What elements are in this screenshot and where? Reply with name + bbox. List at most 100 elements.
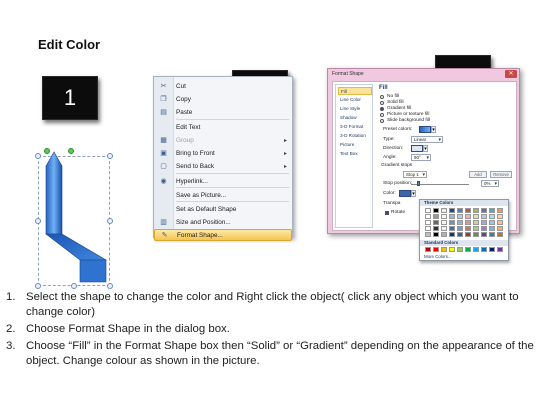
- resize-handle[interactable]: [107, 283, 113, 289]
- color-swatch[interactable]: [425, 220, 431, 225]
- color-swatch[interactable]: [473, 220, 479, 225]
- color-swatch[interactable]: [441, 247, 447, 252]
- color-swatch[interactable]: [489, 208, 495, 213]
- color-swatch[interactable]: [425, 214, 431, 219]
- color-swatch[interactable]: [465, 214, 471, 219]
- color-swatch[interactable]: [425, 247, 431, 252]
- type-select[interactable]: Linear: [411, 136, 443, 143]
- color-swatch[interactable]: [449, 208, 455, 213]
- chevron-down-icon[interactable]: ▾: [411, 190, 416, 197]
- rotate-handle[interactable]: [68, 148, 74, 154]
- color-swatch[interactable]: [457, 214, 463, 219]
- color-swatch[interactable]: [457, 226, 463, 231]
- color-swatch[interactable]: [473, 247, 479, 252]
- category-text-box[interactable]: Text Box: [338, 150, 372, 158]
- color-swatch[interactable]: [449, 226, 455, 231]
- color-swatch[interactable]: [481, 247, 487, 252]
- color-swatch[interactable]: [465, 226, 471, 231]
- background-fill-radio[interactable]: [380, 119, 384, 123]
- color-swatch[interactable]: [481, 214, 487, 219]
- color-swatch[interactable]: [489, 226, 495, 231]
- color-swatch[interactable]: [481, 220, 487, 225]
- color-swatch[interactable]: [433, 247, 439, 252]
- color-swatch[interactable]: [497, 208, 503, 213]
- shape-preview[interactable]: [34, 142, 116, 292]
- color-swatch[interactable]: [425, 226, 431, 231]
- color-swatch[interactable]: [441, 220, 447, 225]
- category-line-style[interactable]: Line Style: [338, 105, 372, 113]
- add-stop-button[interactable]: Add: [469, 171, 487, 178]
- color-swatch[interactable]: [449, 247, 455, 252]
- color-swatch[interactable]: [433, 226, 439, 231]
- color-swatch[interactable]: [465, 232, 471, 237]
- color-swatch[interactable]: [497, 226, 503, 231]
- resize-handle[interactable]: [107, 153, 113, 159]
- color-swatch[interactable]: [489, 247, 495, 252]
- color-swatch[interactable]: [465, 208, 471, 213]
- color-swatch[interactable]: [473, 214, 479, 219]
- resize-handle[interactable]: [71, 283, 77, 289]
- category-line-color[interactable]: Line Color: [338, 96, 372, 104]
- color-swatch[interactable]: [449, 220, 455, 225]
- rotate-handle[interactable]: [44, 148, 50, 154]
- color-swatch[interactable]: [441, 208, 447, 213]
- resize-handle[interactable]: [35, 218, 41, 224]
- gradient-fill-radio[interactable]: [380, 107, 384, 111]
- menu-item-cut[interactable]: ✂ Cut: [154, 81, 292, 93]
- color-swatch[interactable]: [497, 247, 503, 252]
- rotate-checkbox[interactable]: [385, 211, 389, 215]
- color-swatch[interactable]: [441, 226, 447, 231]
- chevron-down-icon[interactable]: ▾: [423, 145, 428, 152]
- remove-stop-button[interactable]: Remove: [490, 171, 512, 178]
- category-shadow[interactable]: Shadow: [338, 114, 372, 122]
- angle-input[interactable]: 90°: [411, 154, 431, 161]
- color-swatch[interactable]: [465, 220, 471, 225]
- color-swatch[interactable]: [425, 232, 431, 237]
- close-icon[interactable]: ✕: [505, 70, 517, 78]
- color-swatch[interactable]: [441, 232, 447, 237]
- color-swatch[interactable]: [457, 208, 463, 213]
- color-swatch[interactable]: [457, 220, 463, 225]
- slider-thumb[interactable]: [417, 181, 420, 186]
- color-swatch[interactable]: [497, 214, 503, 219]
- color-swatch[interactable]: [473, 232, 479, 237]
- solid-fill-radio[interactable]: [380, 101, 384, 105]
- stop-position-input[interactable]: 0%: [481, 180, 499, 187]
- category-3d-format[interactable]: 3-D Format: [338, 123, 372, 131]
- menu-item-send-to-back[interactable]: ▢ Send to Back ▸: [154, 161, 292, 173]
- color-swatch[interactable]: [449, 214, 455, 219]
- preset-colors-button[interactable]: [419, 126, 431, 133]
- menu-item-group[interactable]: ▦ Group ▸: [154, 135, 292, 147]
- picture-fill-radio[interactable]: [380, 113, 384, 117]
- menu-item-set-as-default-shape[interactable]: Set as Default Shape: [154, 204, 292, 216]
- menu-item-size-and-position[interactable]: ▥ Size and Position...: [154, 217, 292, 229]
- color-swatch[interactable]: [433, 214, 439, 219]
- color-swatch[interactable]: [473, 208, 479, 213]
- color-button[interactable]: [399, 190, 411, 197]
- stop-select[interactable]: Stop 1: [403, 171, 427, 178]
- chevron-down-icon[interactable]: ▾: [431, 126, 436, 133]
- color-swatch[interactable]: [489, 232, 495, 237]
- menu-item-copy[interactable]: ❐ Copy: [154, 94, 292, 106]
- color-swatch[interactable]: [473, 226, 479, 231]
- bent-arrow-shape[interactable]: [34, 142, 116, 292]
- color-swatch[interactable]: [481, 232, 487, 237]
- category-picture[interactable]: Picture: [338, 141, 372, 149]
- category-fill[interactable]: Fill: [338, 87, 372, 95]
- color-swatch[interactable]: [433, 220, 439, 225]
- color-swatch[interactable]: [481, 208, 487, 213]
- menu-item-format-shape[interactable]: ✎ Format Shape...: [154, 229, 292, 241]
- color-swatch[interactable]: [433, 208, 439, 213]
- menu-item-bring-to-front[interactable]: ▣ Bring to Front ▸: [154, 148, 292, 160]
- color-swatch[interactable]: [497, 220, 503, 225]
- color-swatch[interactable]: [489, 214, 495, 219]
- color-swatch[interactable]: [441, 214, 447, 219]
- color-swatch[interactable]: [457, 247, 463, 252]
- color-swatch[interactable]: [449, 232, 455, 237]
- resize-handle[interactable]: [35, 283, 41, 289]
- resize-handle[interactable]: [35, 153, 41, 159]
- color-swatch[interactable]: [497, 232, 503, 237]
- category-3d-rotation[interactable]: 3-D Rotation: [338, 132, 372, 140]
- color-swatch[interactable]: [425, 208, 431, 213]
- menu-item-paste[interactable]: ▤ Paste: [154, 107, 292, 119]
